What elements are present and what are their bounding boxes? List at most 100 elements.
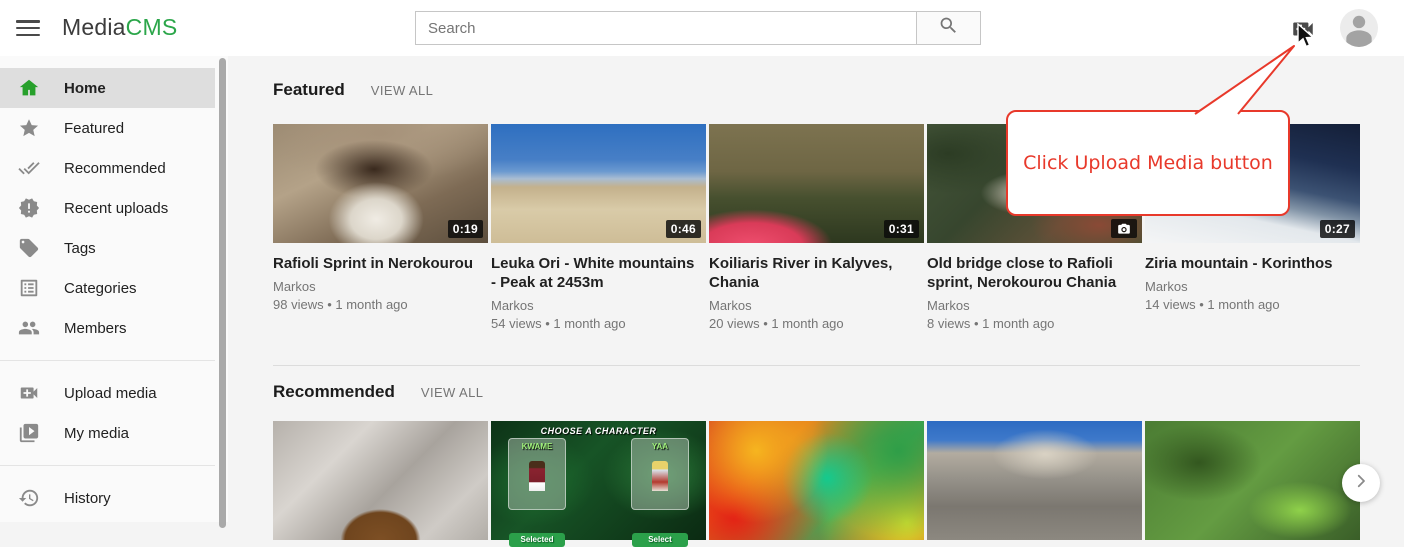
sidebar-item-my-media[interactable]: My media	[0, 413, 215, 453]
video-title[interactable]: Rafioli Sprint in Nerokourou	[273, 254, 481, 273]
app-logo[interactable]: MediaCMS	[62, 14, 177, 41]
sidebar-item-recommended[interactable]: Recommended	[0, 148, 215, 188]
video-thumbnail-stone-fountain[interactable]: 0:19	[273, 124, 488, 243]
video-library-icon	[18, 422, 40, 444]
mouse-cursor-icon	[1296, 23, 1315, 50]
video-thumbnail-character-select-game[interactable]: CHOOSE A CHARACTER KWAME YAA Selected Se…	[491, 421, 706, 540]
annotation-callout-tail	[1150, 40, 1310, 116]
video-card[interactable]: CHOOSE A CHARACTER KWAME YAA Selected Se…	[491, 421, 706, 540]
sidebar-item-upload-media[interactable]: Upload media	[0, 373, 215, 413]
video-card[interactable]	[273, 421, 488, 540]
logo-cms: CMS	[126, 14, 178, 40]
video-card[interactable]: 0:19 Rafioli Sprint in Nerokourou Markos…	[273, 124, 488, 332]
annotation-callout: Click Upload Media button	[1006, 110, 1290, 216]
double-check-icon	[18, 157, 40, 179]
sidebar-item-tags[interactable]: Tags	[0, 228, 215, 268]
video-title[interactable]: Ziria mountain - Korinthos	[1145, 254, 1353, 273]
video-thumbnail-colorful-abstract[interactable]	[709, 421, 924, 540]
video-author[interactable]: Markos	[273, 279, 488, 295]
duration-badge: 0:19	[448, 220, 483, 238]
search-input[interactable]	[415, 11, 917, 45]
video-thumbnail-river-kayak[interactable]: 0:31	[709, 124, 924, 243]
video-thumbnail-pumpkin-craft[interactable]	[273, 421, 488, 540]
sidebar-divider	[0, 360, 215, 361]
sidebar-item-featured[interactable]: Featured	[0, 108, 215, 148]
thumbnail-overlay-text: YAA	[632, 442, 688, 451]
sidebar-item-label: Featured	[64, 120, 124, 137]
sidebar-item-label: Upload media	[64, 385, 157, 402]
home-icon	[18, 77, 40, 99]
camera-icon	[1111, 219, 1137, 238]
search-button[interactable]	[917, 11, 981, 45]
sidebar-item-label: Categories	[64, 280, 137, 297]
video-card[interactable]	[709, 421, 924, 540]
search-bar	[415, 11, 981, 45]
recommended-view-all-link[interactable]: VIEW ALL	[421, 385, 483, 400]
chevron-right-icon	[1352, 472, 1370, 495]
hamburger-menu-icon[interactable]	[16, 17, 40, 39]
search-icon	[938, 15, 959, 41]
sidebar-item-history[interactable]: History	[0, 478, 215, 518]
sidebar-item-label: Recent uploads	[64, 200, 168, 217]
sidebar-item-label: Home	[64, 80, 106, 97]
sidebar-item-categories[interactable]: Categories	[0, 268, 215, 308]
thumbnail-overlay-text: CHOOSE A CHARACTER	[491, 426, 706, 436]
upload-media-icon	[18, 382, 40, 404]
sidebar-item-label: Tags	[64, 240, 96, 257]
video-title[interactable]: Old bridge close to Rafioli sprint, Nero…	[927, 254, 1135, 292]
video-title[interactable]: Koiliaris River in Kalyves, Chania	[709, 254, 917, 292]
video-title[interactable]: Leuka Ori - White mountains - Peak at 24…	[491, 254, 699, 292]
video-meta: 20 views • 1 month ago	[709, 316, 924, 332]
video-thumbnail-rocky-mountain[interactable]	[927, 421, 1142, 540]
sidebar-item-recent-uploads[interactable]: Recent uploads	[0, 188, 215, 228]
video-meta: 14 views • 1 month ago	[1145, 297, 1360, 313]
new-releases-icon	[18, 197, 40, 219]
thumbnail-overlay-text: KWAME	[509, 442, 565, 451]
sidebar-item-label: Recommended	[64, 160, 166, 177]
video-card[interactable]	[1145, 421, 1360, 540]
tag-icon	[18, 237, 40, 259]
video-author[interactable]: Markos	[927, 298, 1142, 314]
video-meta: 98 views • 1 month ago	[273, 297, 488, 313]
sidebar-item-label: My media	[64, 425, 129, 442]
featured-view-all-link[interactable]: VIEW ALL	[371, 83, 433, 98]
game-character-panel: KWAME	[508, 438, 566, 510]
duration-badge: 0:27	[1320, 220, 1355, 238]
thumbnail-overlay-text: Selected	[509, 533, 565, 547]
sidebar-scrollbar[interactable]	[219, 58, 226, 528]
recommended-section-title: Recommended	[273, 382, 395, 402]
video-author[interactable]: Markos	[709, 298, 924, 314]
video-thumbnail-desert-mountains[interactable]: 0:46	[491, 124, 706, 243]
sidebar-nav: Home Featured Recommended Recent uploads…	[0, 56, 228, 518]
recommended-section: Recommended VIEW ALL CHOOSE A CHARACTER …	[273, 382, 1360, 540]
video-meta: 54 views • 1 month ago	[491, 316, 706, 332]
star-icon	[18, 117, 40, 139]
carousel-next-button[interactable]	[1342, 464, 1380, 502]
section-divider	[273, 365, 1360, 366]
game-character-panel: YAA	[631, 438, 689, 510]
video-card[interactable]: 0:31 Koiliaris River in Kalyves, Chania …	[709, 124, 924, 332]
video-thumbnail-green-leaves[interactable]	[1145, 421, 1360, 540]
sidebar-item-home[interactable]: Home	[0, 68, 215, 108]
categories-icon	[18, 277, 40, 299]
thumbnail-overlay-text: Select	[632, 533, 688, 547]
video-card[interactable]: 0:46 Leuka Ori - White mountains - Peak …	[491, 124, 706, 332]
game-character-sprite	[529, 461, 545, 491]
video-author[interactable]: Markos	[491, 298, 706, 314]
video-author[interactable]: Markos	[1145, 279, 1360, 295]
duration-badge: 0:31	[884, 220, 919, 238]
recommended-cards-row: CHOOSE A CHARACTER KWAME YAA Selected Se…	[273, 421, 1360, 540]
video-meta: 8 views • 1 month ago	[927, 316, 1142, 332]
history-icon	[18, 487, 40, 509]
duration-badge: 0:46	[666, 220, 701, 238]
sidebar-divider	[0, 465, 215, 466]
sidebar: Home Featured Recommended Recent uploads…	[0, 56, 228, 522]
video-card[interactable]	[927, 421, 1142, 540]
annotation-text: Click Upload Media button	[1023, 152, 1273, 174]
sidebar-item-members[interactable]: Members	[0, 308, 215, 348]
logo-media: Media	[62, 14, 126, 40]
members-icon	[18, 317, 40, 339]
user-avatar[interactable]	[1340, 9, 1378, 47]
featured-section-title: Featured	[273, 80, 345, 100]
sidebar-item-label: Members	[64, 320, 127, 337]
